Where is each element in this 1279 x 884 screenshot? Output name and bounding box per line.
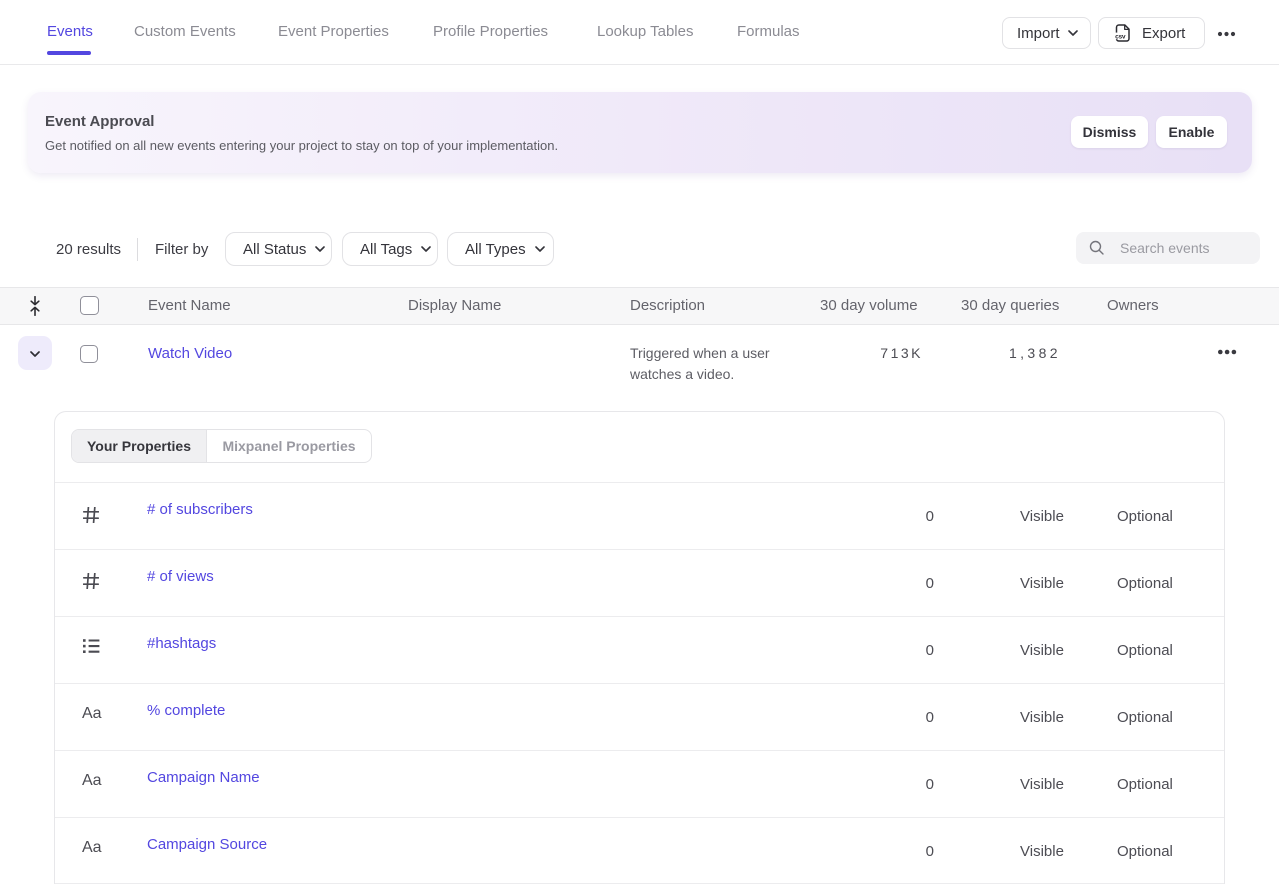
- svg-text:csv: csv: [1115, 33, 1126, 40]
